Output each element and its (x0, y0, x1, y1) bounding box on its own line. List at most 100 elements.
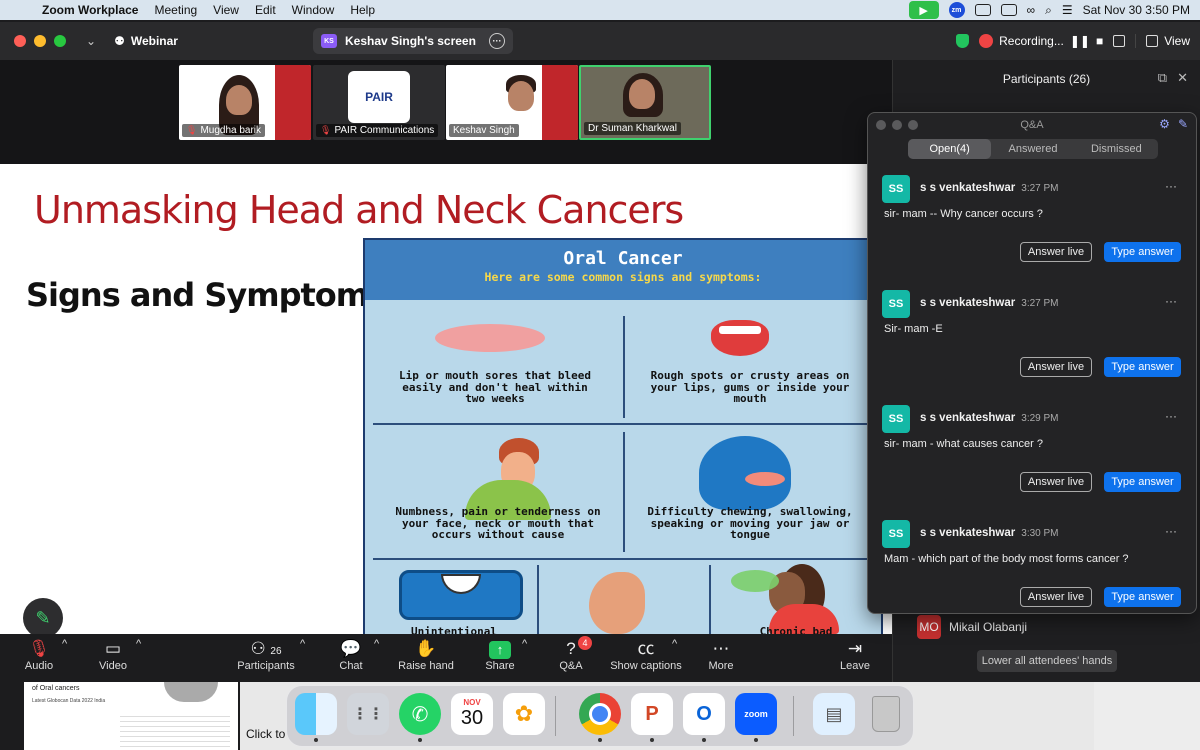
minimize-window-button[interactable] (34, 35, 46, 47)
close-icon[interactable]: ✕ (1177, 70, 1188, 86)
more-button[interactable]: ⋯ More (704, 638, 738, 672)
answer-live-button[interactable]: Answer live (1020, 242, 1092, 262)
menubar-clock[interactable]: Sat Nov 30 3:50 PM (1083, 3, 1190, 17)
author-name: s s venkateshwar (920, 182, 1016, 194)
dock-photos[interactable]: ✿ (503, 693, 545, 735)
recording-label: Recording... (999, 34, 1064, 48)
menu-app-name[interactable]: Zoom Workplace (34, 3, 146, 17)
photos-icon: ✿ (514, 701, 534, 726)
battery-icon[interactable] (1000, 4, 1017, 16)
search-icon[interactable]: ⌕ (1045, 3, 1052, 18)
lips-illustration (435, 324, 545, 352)
close-window-button[interactable] (14, 35, 26, 47)
question-more-icon[interactable]: ··· (1165, 524, 1177, 538)
video-tile-mugdha[interactable]: 🎙 Mugdha barik (179, 65, 311, 140)
answer-live-button[interactable]: Answer live (1020, 357, 1092, 377)
video-tile-pair[interactable]: PAIR 🎙 PAIR Communications (313, 65, 445, 140)
video-tile-suman[interactable]: Dr Suman Kharkwal (579, 65, 711, 140)
participant-name: Mikail Olabanji (949, 620, 1028, 634)
dock-chrome[interactable] (579, 693, 621, 742)
participants-options-chevron-icon[interactable]: ^ (300, 638, 305, 650)
dock-trash[interactable] (865, 693, 907, 735)
dock-calendar[interactable]: NOV 30 (451, 693, 493, 735)
view-button[interactable]: View (1135, 34, 1190, 48)
type-answer-button[interactable]: Type answer (1104, 242, 1181, 262)
author-name: s s venkateshwar (920, 527, 1016, 539)
chevron-down-icon[interactable]: ⌄ (86, 34, 96, 48)
question-more-icon[interactable]: ··· (1165, 179, 1177, 193)
question-time: 3:29 PM (1021, 413, 1059, 424)
recording-indicator[interactable]: Recording... ❚❚ ■ (979, 34, 1103, 48)
more-options-icon[interactable]: ··· (489, 33, 505, 49)
annotate-pencil-button[interactable]: ✎ (23, 598, 63, 634)
answer-live-button[interactable]: Answer live (1020, 472, 1092, 492)
zm-icon[interactable]: zm (948, 2, 965, 18)
question-text: sir- mam - what causes cancer ? (884, 438, 1043, 450)
sharer-badge: KS (321, 34, 337, 48)
background-document-window[interactable]: of Oral cancers Latest Globocan Data 202… (24, 682, 238, 750)
dock-zoom[interactable]: zoom (735, 693, 777, 742)
gear-icon[interactable]: ⚙ (1159, 117, 1170, 131)
dock-launchpad[interactable]: ⋮⋮ (347, 693, 389, 735)
dock-finder[interactable] (295, 693, 337, 742)
share-button[interactable]: ↑ Share (482, 638, 518, 672)
stop-recording-icon[interactable]: ■ (1096, 34, 1103, 48)
menu-help[interactable]: Help (342, 3, 383, 17)
display-icon[interactable] (974, 4, 991, 16)
dock-whatsapp[interactable]: ✆ (399, 693, 441, 742)
question-more-icon[interactable]: ··· (1165, 409, 1177, 423)
tab-answered[interactable]: Answered (991, 139, 1074, 159)
tab-dismissed[interactable]: Dismissed (1075, 139, 1158, 159)
menu-window[interactable]: Window (284, 3, 343, 17)
type-answer-button[interactable]: Type answer (1104, 587, 1181, 607)
qa-label: Q&A (559, 660, 583, 672)
divider (537, 565, 539, 634)
running-indicator (754, 738, 758, 742)
shared-screen-pill[interactable]: KS Keshav Singh's screen ··· (313, 28, 513, 54)
qa-button[interactable]: ? 4 Q&A (556, 636, 592, 672)
grid-icon[interactable] (1113, 35, 1126, 47)
video-button[interactable]: ▭ Video (92, 638, 134, 672)
question-author: s s venkateshwar 3:29 PM (920, 412, 1059, 424)
leave-button[interactable]: ⇥ Leave (838, 638, 872, 672)
question-more-icon[interactable]: ··· (1165, 294, 1177, 308)
participant-row[interactable]: MO Mikail Olabanji (917, 615, 1027, 639)
qa-titlebar: Q&A ⚙ ✎ (868, 113, 1196, 137)
menu-view[interactable]: View (205, 3, 247, 17)
type-answer-button[interactable]: Type answer (1104, 472, 1181, 492)
video-options-chevron-icon[interactable]: ^ (136, 638, 141, 650)
participants-button[interactable]: ⚇ 26 Participants (234, 638, 298, 672)
lower-all-hands-button[interactable]: Lower all attendees' hands (977, 650, 1117, 672)
security-shield-icon[interactable] (956, 34, 970, 48)
link-icon[interactable]: ∞ (1027, 3, 1036, 17)
divider (373, 423, 873, 425)
running-indicator (702, 738, 706, 742)
share-options-chevron-icon[interactable]: ^ (522, 638, 527, 650)
audio-button[interactable]: 🎙 Audio (18, 638, 60, 672)
audio-options-chevron-icon[interactable]: ^ (62, 638, 67, 650)
participants-panel-actions: ⧉ ✕ (1158, 70, 1188, 86)
zoom-video-status-icon[interactable]: ▶ (908, 1, 939, 19)
macos-dock: ⋮⋮ ✆ NOV 30 ✿ P O zoom ▤ (286, 685, 914, 747)
audio-label: Audio (24, 660, 54, 672)
popout-icon[interactable]: ⧉ (1158, 70, 1167, 86)
pause-recording-icon[interactable]: ❚❚ (1070, 34, 1090, 48)
chat-button[interactable]: 💬 Chat (332, 638, 370, 672)
tab-open[interactable]: Open(4) (908, 139, 992, 159)
menu-edit[interactable]: Edit (247, 3, 284, 17)
type-answer-button[interactable]: Type answer (1104, 357, 1181, 377)
captions-options-chevron-icon[interactable]: ^ (672, 638, 677, 650)
dock-recent-document[interactable]: ▤ (813, 693, 855, 735)
fullscreen-window-button[interactable] (54, 35, 66, 47)
edit-icon[interactable]: ✎ (1178, 117, 1188, 131)
divider (709, 565, 711, 634)
chat-options-chevron-icon[interactable]: ^ (374, 638, 379, 650)
dock-outlook[interactable]: O (683, 693, 725, 742)
answer-live-button[interactable]: Answer live (1020, 587, 1092, 607)
control-center-icon[interactable]: ☰ (1062, 3, 1073, 17)
raise-hand-button[interactable]: ✋ Raise hand (398, 638, 454, 672)
tile-name: Mugdha barik (200, 125, 262, 136)
dock-powerpoint[interactable]: P (631, 693, 673, 742)
menu-meeting[interactable]: Meeting (146, 3, 205, 17)
video-tile-keshav[interactable]: Keshav Singh (446, 65, 578, 140)
